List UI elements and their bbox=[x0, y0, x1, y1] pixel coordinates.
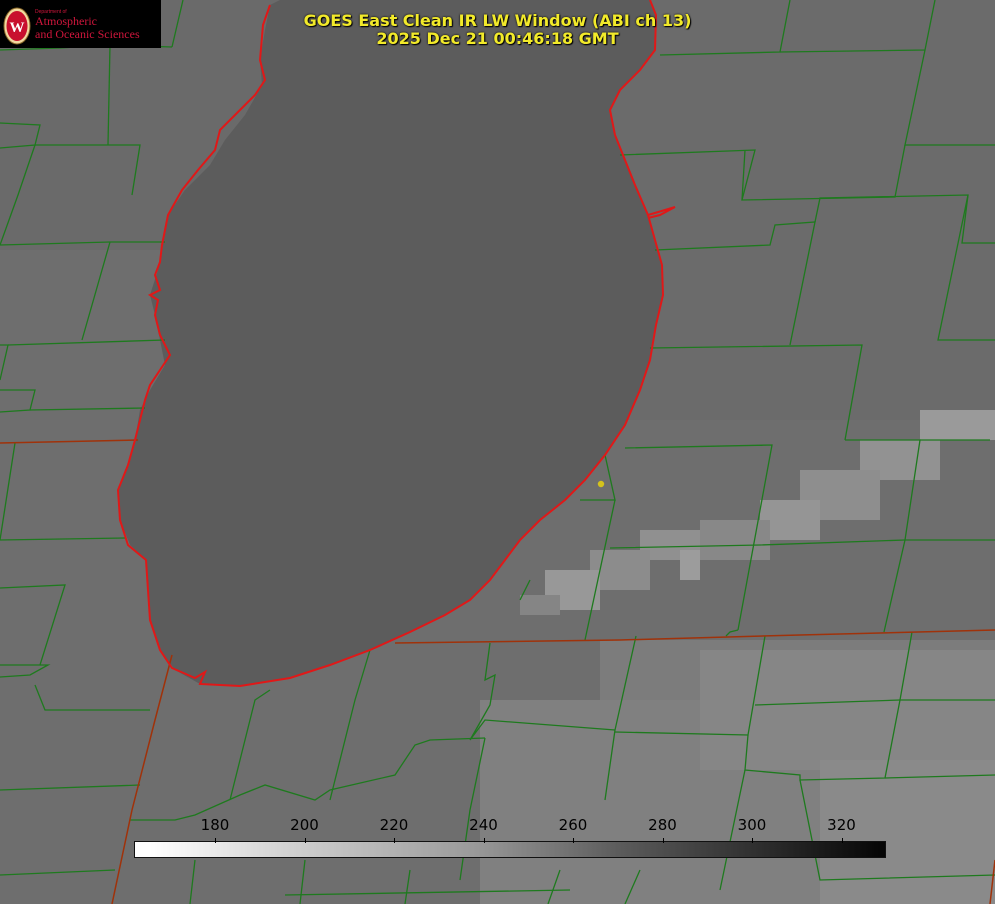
colorbar-tick-label: 300 bbox=[737, 816, 767, 834]
colorbar-tick-mark bbox=[573, 838, 574, 843]
uw-seal-letter: W bbox=[10, 20, 25, 36]
colorbar-tick-label: 320 bbox=[827, 816, 856, 834]
colorbar-tick-label: 280 bbox=[648, 816, 677, 834]
colorbar-tick-mark bbox=[394, 838, 395, 843]
satellite-map-viewer: W Department of Atmospheric and Oceanic … bbox=[0, 0, 995, 904]
colorbar-tick-mark bbox=[304, 838, 306, 843]
uw-aos-logo: W Department of Atmospheric and Oceanic … bbox=[0, 0, 161, 48]
colorbar-tick-label: 260 bbox=[558, 816, 588, 834]
colorbar-tick-mark bbox=[215, 838, 216, 843]
colorbar-tick-mark bbox=[841, 838, 843, 843]
colorbar-tick-mark bbox=[483, 838, 485, 843]
colorbar-tick-label: 180 bbox=[200, 816, 230, 834]
colorbar-tick-mark bbox=[752, 838, 753, 843]
logo-line-2: and Oceanic Sciences bbox=[35, 27, 140, 41]
temperature-colorbar bbox=[134, 841, 886, 858]
uw-seal-icon: W bbox=[3, 7, 31, 45]
colorbar-tick-label: 240 bbox=[469, 816, 498, 834]
land-shade-ne bbox=[600, 0, 995, 420]
location-marker bbox=[597, 480, 605, 488]
satellite-ir-map bbox=[0, 0, 995, 904]
colorbar-tick-label: 220 bbox=[379, 816, 409, 834]
colorbar-tick-label: 200 bbox=[290, 816, 319, 834]
colorbar-tick-mark bbox=[662, 838, 664, 843]
